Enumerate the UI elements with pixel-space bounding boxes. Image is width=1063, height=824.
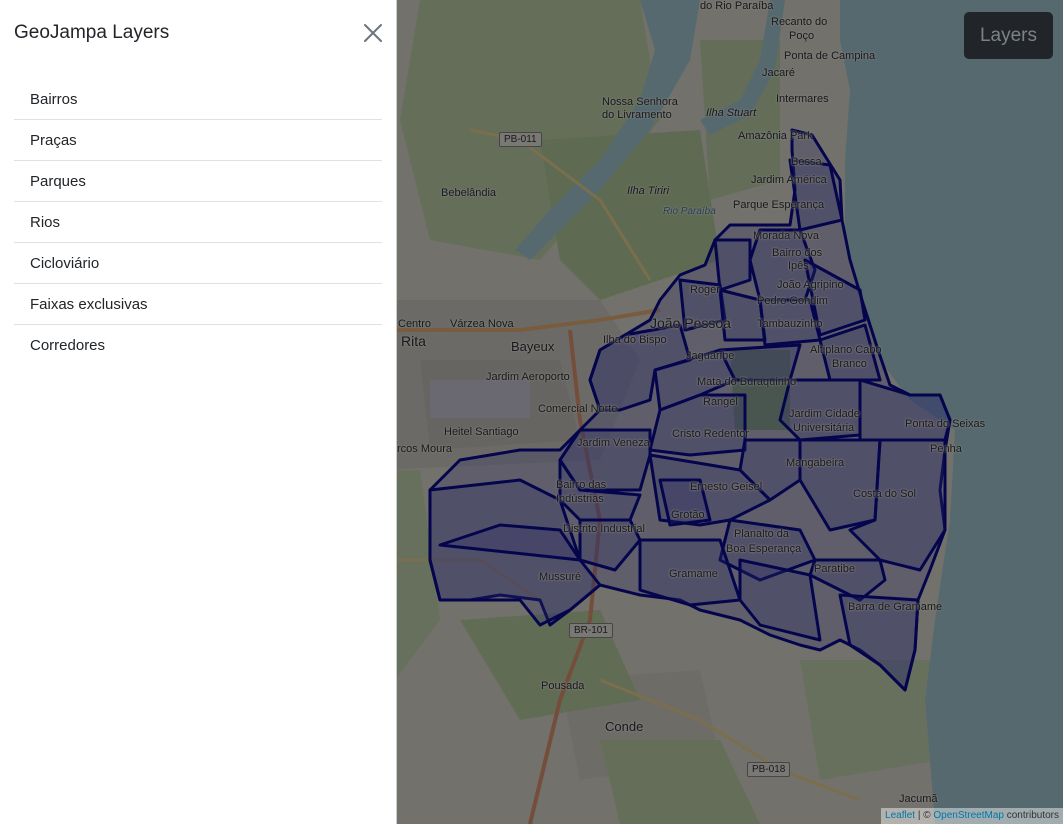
attribution-suffix: contributors <box>1003 810 1059 821</box>
place-label: Altiplano Cabo <box>810 344 882 356</box>
place-label: Boa Esperança <box>726 543 802 555</box>
place-label: Costa do Sol <box>853 488 916 500</box>
leaflet-link[interactable]: Leaflet <box>885 810 915 821</box>
place-label: Universitária <box>793 422 855 434</box>
place-label: Pousada <box>541 680 585 692</box>
place-label: Cristo Redentor <box>672 428 750 440</box>
place-label: Roger <box>690 284 720 296</box>
place-label: Morada Nova <box>753 230 820 242</box>
place-label: Rita <box>401 333 426 349</box>
layer-list: Bairros Praças Parques Rios Cicloviário … <box>14 79 382 366</box>
place-label: Centro <box>398 318 432 330</box>
panel-title: GeoJampa Layers <box>14 22 170 43</box>
place-label: Rio Paraíba <box>663 206 716 217</box>
place-label: Várzea Nova <box>450 318 514 330</box>
place-label: Jardim Cidade <box>789 408 860 420</box>
place-label: Ernesto Geisel <box>690 481 763 493</box>
place-label: Ilha do Bispo <box>603 334 667 346</box>
osm-link[interactable]: OpenStreetMap <box>933 810 1004 821</box>
place-label: Ponta de Campina <box>784 50 876 62</box>
place-label: Heitel Santiago <box>444 426 519 438</box>
layer-item-cicloviario[interactable]: Cicloviário <box>14 243 382 284</box>
place-label: Branco <box>832 358 867 370</box>
road-label: PB-011 <box>499 132 542 147</box>
layers-button[interactable]: Layers <box>964 12 1053 59</box>
road-label: BR-101 <box>569 623 613 638</box>
place-label: Ponta do Seixas <box>905 418 986 430</box>
place-label: do Rio Paraíba <box>700 0 774 12</box>
place-label: Parque Esperança <box>733 199 825 211</box>
close-icon <box>364 24 382 42</box>
layer-item-rios[interactable]: Rios <box>14 202 382 243</box>
place-label: Jardim Aeroporto <box>486 371 570 383</box>
layer-item-corredores[interactable]: Corredores <box>14 325 382 366</box>
place-label: Pedro Gondim <box>757 295 828 307</box>
place-label: Intermares <box>776 93 829 105</box>
place-label: Barra de Gramame <box>848 601 943 613</box>
place-label: Bairro dos <box>772 247 823 259</box>
place-label: João Agripino <box>777 279 844 291</box>
place-label: rcos Moura <box>397 443 453 455</box>
layer-item-pracas[interactable]: Praças <box>14 120 382 161</box>
place-label: Rangel <box>703 396 738 408</box>
place-label: Bessa <box>791 156 822 168</box>
attribution-separator: | © <box>915 810 934 821</box>
place-label: Paratibe <box>814 563 855 575</box>
place-label: Bayeux <box>511 339 555 354</box>
layer-item-parques[interactable]: Parques <box>14 161 382 202</box>
place-label: Comercial Norte <box>538 403 618 415</box>
layers-offcanvas: GeoJampa Layers Bairros Praças Parques R… <box>0 0 397 824</box>
place-label: Jacaré <box>762 67 796 79</box>
layer-item-bairros[interactable]: Bairros <box>14 79 382 120</box>
place-label: Ilha Tiriri <box>627 185 670 197</box>
place-label: Indústrias <box>556 493 604 505</box>
place-label: Ipês <box>788 260 809 272</box>
place-label: Mata do Buraquinho <box>697 376 797 388</box>
layer-item-faixas-exclusivas[interactable]: Faixas exclusivas <box>14 284 382 325</box>
place-label: Gramame <box>669 568 718 580</box>
close-button[interactable] <box>361 21 385 45</box>
place-label: Ilha Stuart <box>706 107 757 119</box>
place-label: Jardim América <box>751 174 827 186</box>
place-label: Grotão <box>671 509 705 521</box>
place-label: Poço <box>789 30 815 42</box>
place-label: do Livramento <box>602 109 672 121</box>
place-label: Penha <box>930 443 962 455</box>
place-label: Mangabeira <box>786 457 845 469</box>
place-label: Amazônia Park <box>738 130 813 142</box>
place-label: Distrito Industrial <box>563 523 645 535</box>
place-label: Recanto do <box>771 16 828 28</box>
place-label: Nossa Senhora <box>602 96 678 108</box>
place-label: Jaguaribe <box>686 350 735 362</box>
place-label: Conde <box>605 719 644 734</box>
place-label: Tambauzinho <box>757 318 823 330</box>
road-label: PB-018 <box>747 762 791 777</box>
place-label: Planalto da <box>734 528 790 540</box>
place-label: Bairro das <box>556 479 607 491</box>
place-label: Bebelândia <box>441 187 497 199</box>
place-label: João Pessoa <box>650 315 731 331</box>
map-attribution: Leaflet | © OpenStreetMap contributors <box>881 808 1063 824</box>
place-label: Mussuré <box>539 571 582 583</box>
place-label: Jacumã <box>899 793 938 805</box>
place-label: Jardim Veneza <box>577 437 650 449</box>
